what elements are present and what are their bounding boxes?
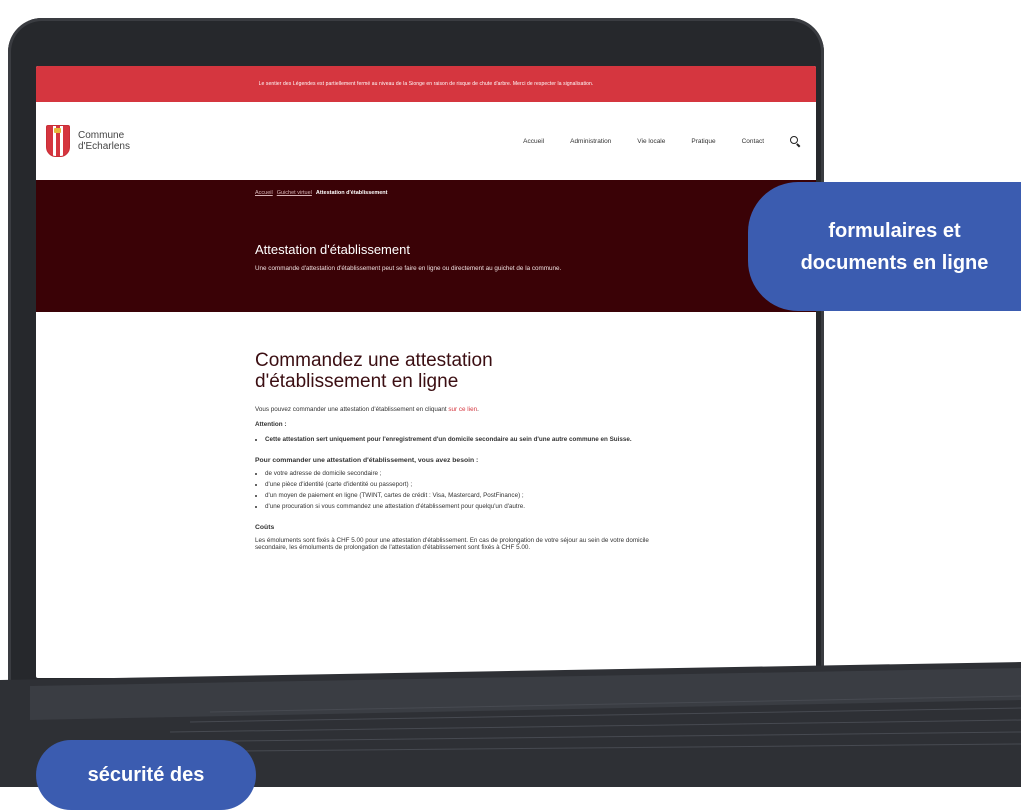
page-title: Attestation d'établissement bbox=[255, 242, 410, 257]
logo-text: Commune d'Echarlens bbox=[78, 130, 130, 152]
breadcrumb-home[interactable]: Accueil bbox=[255, 190, 273, 196]
main-content: Commandez une attestation d'établissemen… bbox=[36, 312, 816, 551]
breadcrumb: Accueil Guichet virtuel Attestation d'ét… bbox=[255, 190, 816, 196]
feature-badge-security: sécurité des bbox=[36, 740, 256, 810]
page-subtitle: Une commande d'attestation d'établisseme… bbox=[255, 265, 562, 272]
attention-label: Attention : bbox=[255, 421, 287, 428]
costs-text: Les émoluments sont fixés à CHF 5.00 pou… bbox=[255, 537, 649, 551]
intro-paragraph: Vous pouvez commander une attestation d'… bbox=[255, 406, 816, 413]
breadcrumb-current: Attestation d'établissement bbox=[315, 190, 388, 196]
intro-text: Vous pouvez commander une attestation d'… bbox=[255, 406, 449, 413]
order-link[interactable]: sur ce lien bbox=[448, 406, 477, 413]
alert-banner: Le sentier des Légendes est partiellemen… bbox=[36, 66, 816, 102]
requirement-item: d'une pièce d'identité (carte d'identité… bbox=[265, 481, 816, 488]
nav-contact[interactable]: Contact bbox=[742, 138, 764, 145]
search-icon[interactable] bbox=[790, 136, 800, 146]
feature-badge-online-forms: formulaires et documents en ligne bbox=[748, 182, 1021, 311]
breadcrumb-parent[interactable]: Guichet virtuel bbox=[277, 190, 312, 196]
nav-accueil[interactable]: Accueil bbox=[523, 138, 544, 145]
laptop-lid: Le sentier des Légendes est partiellemen… bbox=[8, 18, 824, 730]
logo-line-1: Commune bbox=[78, 130, 125, 141]
laptop-screen: Le sentier des Légendes est partiellemen… bbox=[36, 66, 816, 678]
attention-item: Cette attestation sert uniquement pour l… bbox=[265, 436, 645, 443]
requirement-item: d'une procuration si vous commandez une … bbox=[265, 503, 816, 510]
requirement-item: d'un moyen de paiement en ligne (TWINT, … bbox=[265, 492, 816, 499]
coat-of-arms-icon bbox=[46, 125, 70, 157]
requirements-title: Pour commander une attestation d'établis… bbox=[255, 457, 479, 464]
nav-pratique[interactable]: Pratique bbox=[691, 138, 715, 145]
site-logo[interactable]: Commune d'Echarlens bbox=[46, 125, 130, 157]
requirement-item: de votre adresse de domicile secondaire … bbox=[265, 470, 816, 477]
costs-title: Coûts bbox=[255, 524, 275, 531]
badge-line-1: formulaires et bbox=[828, 219, 961, 242]
badge-line-2: documents en ligne bbox=[800, 251, 989, 274]
requirements-list: de votre adresse de domicile secondaire … bbox=[255, 470, 816, 510]
intro-suffix: . bbox=[477, 406, 479, 413]
nav-administration[interactable]: Administration bbox=[570, 138, 611, 145]
logo-line-2: d'Echarlens bbox=[78, 141, 130, 152]
site-header: Commune d'Echarlens Accueil Administrati… bbox=[36, 102, 816, 180]
nav-vie-locale[interactable]: Vie locale bbox=[637, 138, 665, 145]
content-heading: Commandez une attestation d'établissemen… bbox=[255, 350, 493, 392]
main-nav: Accueil Administration Vie locale Pratiq… bbox=[523, 136, 800, 146]
page-hero: Accueil Guichet virtuel Attestation d'ét… bbox=[36, 180, 816, 312]
attention-list: Cette attestation sert uniquement pour l… bbox=[255, 436, 645, 443]
